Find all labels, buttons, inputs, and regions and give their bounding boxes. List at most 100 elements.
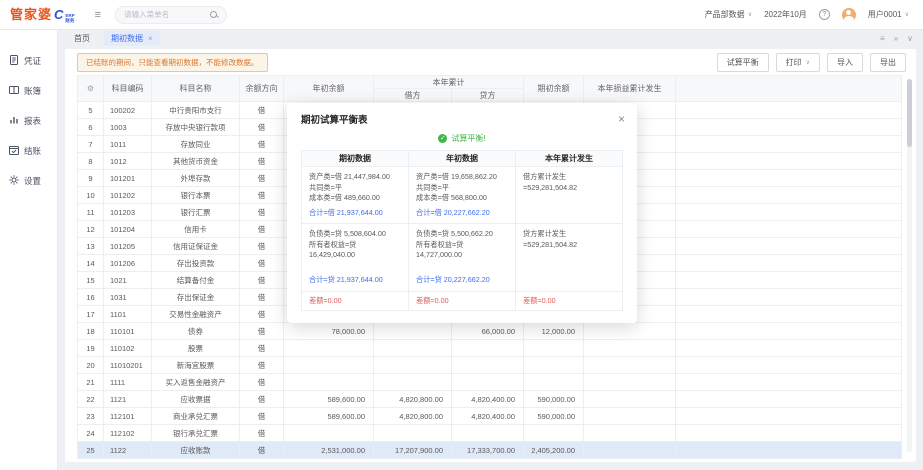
row-number-cell: 10 xyxy=(78,187,104,204)
help-icon[interactable]: ? xyxy=(819,9,830,20)
account-name-cell: 债券 xyxy=(152,323,240,340)
search-input[interactable] xyxy=(124,10,204,19)
tab-scroll-right-icon[interactable]: » xyxy=(894,34,898,43)
user-menu[interactable]: 用户0001∨ xyxy=(868,9,909,20)
sidebar-item-label: 账簿 xyxy=(24,85,41,97)
year-begin-cell: 589,600.00 xyxy=(284,391,374,408)
ytd-credit-cell: 66,000.00 xyxy=(452,323,524,340)
direction-cell: 借 xyxy=(240,170,284,187)
direction-cell: 借 xyxy=(240,442,284,459)
scrollbar-thumb[interactable] xyxy=(907,79,912,147)
row-number-cell: 15 xyxy=(78,272,104,289)
account-code-cell: 110102 xyxy=(104,340,152,357)
balance-diff-cell: 差额=0.00 xyxy=(409,291,516,311)
balance-table-head-row: 期初数据年初数据本年累计发生 xyxy=(302,151,623,167)
avatar[interactable] xyxy=(842,8,856,22)
table-row[interactable]: 2011010201新海宜股票借 xyxy=(78,357,902,374)
filler-cell xyxy=(676,187,902,204)
chevron-down-icon[interactable]: ∨ xyxy=(907,34,913,43)
header-pnl-ytd: 本年损益累计发生 xyxy=(584,76,676,102)
table-row[interactable]: 24112102银行承兑汇票借 xyxy=(78,425,902,442)
tab-bar: 首页 期初数据 × ≡ » ∨ xyxy=(58,30,923,47)
sidebar-item-报表[interactable]: 报表 xyxy=(0,106,57,136)
balance-column-header: 本年累计发生 xyxy=(516,151,623,167)
sidebar-item-label: 结账 xyxy=(24,145,41,157)
year-begin-cell: 589,600.00 xyxy=(284,408,374,425)
menu-search-box[interactable] xyxy=(115,6,227,24)
trial-balance-modal: 期初试算平衡表 × ✓ 试算平衡! 期初数据年初数据本年累计发生 资产类=借 2… xyxy=(287,103,637,323)
balance-table: 期初数据年初数据本年累计发生 资产类=借 21,447,984.00共同类=平成… xyxy=(301,150,623,311)
tab-home[interactable]: 首页 xyxy=(74,33,90,44)
account-code-cell: 1012 xyxy=(104,153,152,170)
balance-credit-cell: 负债类=贷 5,508,604.00所有者权益=贷 16,429,040.00合… xyxy=(302,224,409,292)
ytd-debit-cell: 4,820,800.00 xyxy=(374,408,452,425)
table-row[interactable]: 19110102股票借 xyxy=(78,340,902,357)
year-begin-cell xyxy=(284,425,374,442)
opening-balance-cell xyxy=(524,374,584,391)
table-row[interactable]: 221121应收票据借589,600.004,820,800.004,820,4… xyxy=(78,391,902,408)
sidebar-item-账簿[interactable]: 账簿 xyxy=(0,76,57,106)
direction-cell: 借 xyxy=(240,221,284,238)
account-name-cell: 存出投资款 xyxy=(152,255,240,272)
direction-cell: 借 xyxy=(240,136,284,153)
table-row[interactable]: 18110101债券借78,000.0066,000.0012,000.00 xyxy=(78,323,902,340)
sidebar-item-label: 凭证 xyxy=(24,55,41,67)
menu-collapse-icon[interactable]: ≡ xyxy=(95,9,101,21)
username: 用户0001 xyxy=(868,9,902,20)
row-number-cell: 22 xyxy=(78,391,104,408)
tab-opening-data[interactable]: 期初数据 × xyxy=(104,31,160,46)
table-row[interactable]: 23112101商业承兑汇票借589,600.004,820,800.004,8… xyxy=(78,408,902,425)
header-year-begin: 年初余额 xyxy=(284,76,374,102)
filler-cell xyxy=(676,289,902,306)
row-number-cell: 25 xyxy=(78,442,104,459)
direction-cell: 借 xyxy=(240,391,284,408)
opening-balance-cell xyxy=(524,340,584,357)
sidebar-item-结账[interactable]: 结账 xyxy=(0,136,57,166)
close-icon[interactable]: × xyxy=(618,114,625,124)
ytd-debit-cell xyxy=(374,323,452,340)
chevron-down-icon: ∨ xyxy=(748,11,752,18)
balance-diff-cell: 差额=0.00 xyxy=(302,291,409,311)
export-button[interactable]: 导出 xyxy=(870,53,906,72)
table-row[interactable]: 251122应收账款借2,531,000.0017,207,900.0017,3… xyxy=(78,442,902,459)
account-name-cell: 存放中央银行款项 xyxy=(152,119,240,136)
tab-list-icon[interactable]: ≡ xyxy=(880,34,885,43)
toolbar-buttons: 试算平衡 打印 ∨ 导入 导出 xyxy=(717,53,906,72)
column-settings-icon[interactable]: ⚙ xyxy=(87,84,94,93)
account-name-cell: 存放同业 xyxy=(152,136,240,153)
row-number-cell: 24 xyxy=(78,425,104,442)
ytd-debit-cell xyxy=(374,374,452,391)
vertical-scrollbar[interactable] xyxy=(907,79,912,452)
account-name-cell: 应收票据 xyxy=(152,391,240,408)
print-button[interactable]: 打印 ∨ xyxy=(776,53,820,72)
sidebar-item-凭证[interactable]: 凭证 xyxy=(0,46,57,76)
ytd-debit-cell xyxy=(374,340,452,357)
ytd-credit-cell xyxy=(452,425,524,442)
balance-debit-cell: 借方累计发生=529,281,504.82 xyxy=(516,167,623,224)
row-number-cell: 5 xyxy=(78,102,104,119)
tab-label: 期初数据 xyxy=(111,33,143,44)
opening-balance-cell: 590,000.00 xyxy=(524,391,584,408)
close-icon[interactable]: × xyxy=(148,34,153,43)
sidebar-item-设置[interactable]: 设置 xyxy=(0,166,57,196)
account-name-cell: 信用卡 xyxy=(152,221,240,238)
opening-balance-cell xyxy=(524,425,584,442)
accounting-period[interactable]: 2022年10月 xyxy=(764,9,807,20)
filler-cell xyxy=(676,374,902,391)
account-code-cell: 110101 xyxy=(104,323,152,340)
org-selector[interactable]: 产品部数据∨ xyxy=(705,9,752,20)
row-number-cell: 6 xyxy=(78,119,104,136)
balance-table-body: 资产类=借 21,447,984.00共同类=平成本类=借 489,660.00… xyxy=(302,167,623,311)
import-button[interactable]: 导入 xyxy=(827,53,863,72)
ledger-icon xyxy=(9,85,19,97)
trial-balance-button[interactable]: 试算平衡 xyxy=(717,53,769,72)
account-name-cell: 存出保证金 xyxy=(152,289,240,306)
filler-cell xyxy=(676,119,902,136)
balance-status-text: 试算平衡! xyxy=(451,133,485,144)
opening-balance-cell: 12,000.00 xyxy=(524,323,584,340)
balance-row: 资产类=借 21,447,984.00共同类=平成本类=借 489,660.00… xyxy=(302,167,623,224)
search-icon[interactable] xyxy=(210,11,218,19)
table-row[interactable]: 211111买入返售金融资产借 xyxy=(78,374,902,391)
filler-cell xyxy=(676,102,902,119)
header-account-name: 科目名称 xyxy=(152,76,240,102)
